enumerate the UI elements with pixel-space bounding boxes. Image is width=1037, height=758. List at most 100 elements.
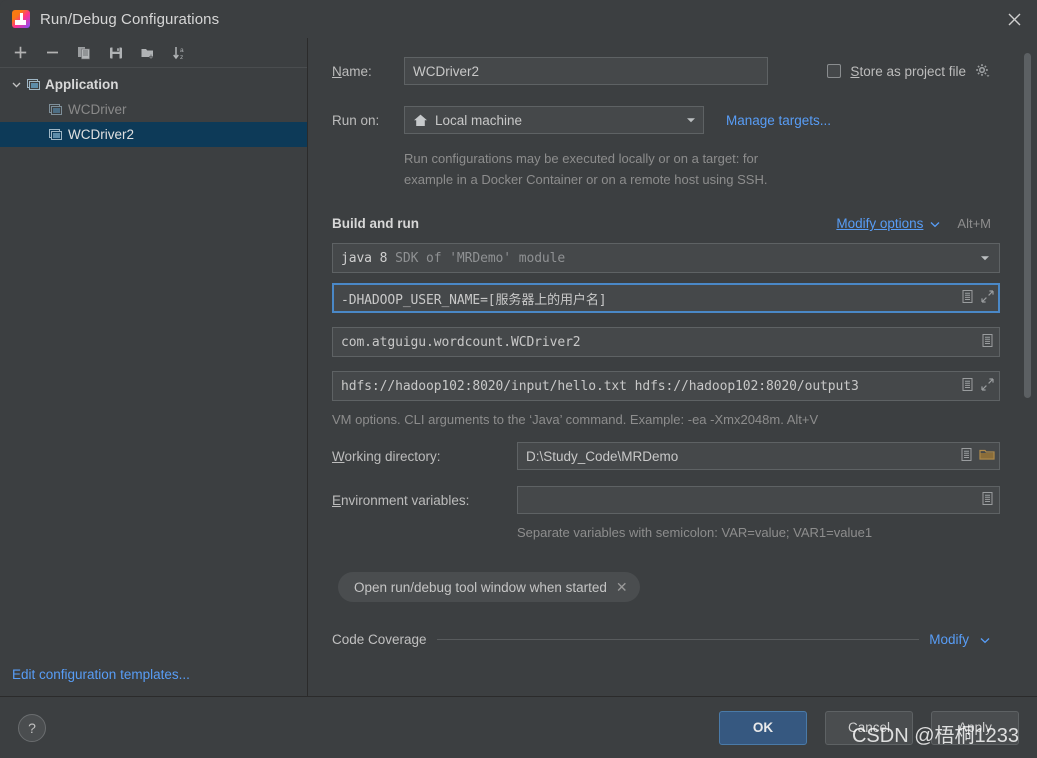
environment-variables-hint: Separate variables with semicolon: VAR=v… [517, 525, 873, 540]
sidebar-item-wcdriver[interactable]: WCDriver [0, 97, 307, 122]
jdk-value-dim: SDK of 'MRDemo' module [395, 250, 566, 266]
working-directory-label-rest: orking directory: [344, 448, 441, 464]
program-arguments-value: hdfs://hadoop102:8020/input/hello.txt hd… [341, 378, 859, 394]
working-directory-row: Working directory: D:\Study_Code\MRDemo [332, 441, 1013, 471]
environment-variables-mnemonic: E [332, 492, 342, 508]
save-configuration-button[interactable] [102, 40, 130, 66]
dialog-button-bar: ? OK Cancel Apply [0, 696, 1037, 758]
store-label-rest: tore as project file [859, 63, 966, 79]
application-icon [46, 127, 64, 142]
run-debug-configurations-dialog: Run/Debug Configurations a z Application… [0, 0, 1037, 758]
gear-icon[interactable] [975, 63, 991, 79]
sort-configurations-button[interactable]: a z [166, 40, 194, 66]
chevron-down-icon[interactable] [8, 79, 24, 90]
store-as-project-file-checkbox[interactable] [827, 64, 842, 78]
environment-variables-label-rest: nvironment variables: [341, 492, 470, 508]
configurations-tree: Application WCDriver WCDriver2 [0, 68, 307, 667]
expand-icon[interactable] [980, 377, 995, 395]
run-on-row: Run on: Local machine Manage targets... [332, 104, 1013, 136]
main-class-input[interactable]: com.atguigu.wordcount.WCDriver2 [332, 327, 1000, 357]
working-directory-input[interactable]: D:\Study_Code\MRDemo [517, 442, 1000, 470]
vm-options-hint: VM options. CLI arguments to the ‘Java’ … [332, 412, 819, 427]
close-icon[interactable]: ✕ [616, 579, 628, 596]
tree-group-label: Application [45, 77, 119, 92]
run-on-dropdown[interactable]: Local machine [404, 106, 704, 134]
expand-icon[interactable] [980, 289, 995, 307]
options-chip-area: Open run/debug tool window when started … [338, 572, 1013, 602]
run-on-hint: Run configurations may be executed local… [404, 148, 1013, 190]
section-divider [436, 639, 920, 640]
chevron-down-icon[interactable] [979, 252, 995, 264]
svg-text:a: a [180, 47, 184, 54]
modify-options-link[interactable]: Modify options [836, 216, 923, 231]
name-input-value: WCDriver2 [413, 63, 479, 79]
environment-variables-input[interactable] [517, 486, 1000, 514]
tree-group-application[interactable]: Application [0, 72, 307, 97]
sidebar-item-label: WCDriver [68, 102, 127, 117]
form-scrollbar[interactable] [1024, 53, 1031, 398]
move-into-folder-button[interactable] [134, 40, 162, 66]
help-button[interactable]: ? [18, 713, 46, 742]
document-list-icon[interactable] [959, 447, 974, 465]
home-icon [413, 113, 428, 128]
document-list-icon[interactable] [960, 377, 975, 395]
store-as-project-file-label: Store as project file [850, 64, 966, 79]
modify-options-shortcut: Alt+M [957, 216, 991, 231]
document-list-icon[interactable] [980, 333, 995, 351]
vm-options-input[interactable]: -DHADOOP_USER_NAME=[服务器上的用户名] [332, 283, 1000, 313]
application-icon [46, 102, 64, 117]
environment-variables-row: Environment variables: [332, 485, 1013, 515]
application-icon [24, 77, 42, 92]
code-coverage-title: Code Coverage [332, 632, 427, 647]
jdk-value-strong: java 8 [341, 250, 388, 266]
document-list-icon[interactable] [960, 289, 975, 307]
sidebar-item-wcdriver2[interactable]: WCDriver2 [0, 122, 307, 147]
title-bar: Run/Debug Configurations [0, 0, 1037, 38]
form-scroll-area: Name: WCDriver2 Store as project file Ru… [308, 38, 1037, 696]
name-label-rest: ame: [341, 63, 372, 79]
chevron-down-icon[interactable] [685, 114, 697, 126]
modify-options-chevron-icon[interactable] [929, 218, 941, 230]
code-coverage-section: Code Coverage Modify [332, 632, 1013, 647]
cancel-button[interactable]: Cancel [825, 710, 913, 745]
open-run-debug-tool-window-chip[interactable]: Open run/debug tool window when started … [338, 572, 640, 602]
document-list-icon[interactable] [980, 491, 995, 509]
vm-options-value: -DHADOOP_USER_NAME=[服务器上的用户名] [341, 292, 607, 308]
working-directory-label: Working directory: [332, 449, 517, 464]
configurations-sidebar: a z Application WCDriver WCDriver2 Edit … [0, 38, 308, 696]
working-directory-mnemonic: W [332, 448, 345, 464]
environment-variables-label: Environment variables: [332, 493, 517, 508]
sidebar-footer: Edit configuration templates... [0, 667, 307, 696]
window-title: Run/Debug Configurations [40, 10, 220, 28]
ok-button[interactable]: OK [719, 710, 807, 745]
intellij-idea-icon [12, 10, 30, 28]
dialog-body: a z Application WCDriver WCDriver2 Edit … [0, 38, 1037, 696]
chip-label: Open run/debug tool window when started [354, 579, 607, 595]
apply-button[interactable]: Apply [931, 710, 1019, 745]
run-on-label: Run on: [332, 112, 380, 128]
close-icon[interactable] [991, 0, 1037, 38]
run-on-value: Local machine [435, 112, 523, 128]
name-input[interactable]: WCDriver2 [404, 57, 768, 85]
edit-configuration-templates-link[interactable]: Edit configuration templates... [12, 667, 190, 682]
sidebar-toolbar: a z [0, 38, 307, 68]
copy-configuration-button[interactable] [70, 40, 98, 66]
code-coverage-modify-link[interactable]: Modify [929, 632, 969, 647]
build-and-run-header: Build and run Modify options Alt+M [332, 216, 1013, 231]
folder-icon[interactable] [979, 447, 995, 465]
add-configuration-button[interactable] [6, 40, 34, 66]
svg-text:z: z [180, 54, 183, 61]
name-label-mnemonic: N [332, 63, 342, 79]
remove-configuration-button[interactable] [38, 40, 66, 66]
name-row: Name: WCDriver2 Store as project file [332, 56, 1013, 86]
program-arguments-input[interactable]: hdfs://hadoop102:8020/input/hello.txt hd… [332, 371, 1000, 401]
run-on-hint-line-2: example in a Docker Container or on a re… [404, 172, 768, 187]
store-as-project-file-row[interactable]: Store as project file [827, 63, 991, 79]
sidebar-item-label: WCDriver2 [68, 127, 134, 142]
jdk-dropdown[interactable]: java 8 SDK of 'MRDemo' module [332, 243, 1000, 273]
configuration-form: Name: WCDriver2 Store as project file Ru… [308, 38, 1037, 696]
chevron-down-icon[interactable] [979, 634, 991, 646]
run-on-hint-line-1: Run configurations may be executed local… [404, 151, 759, 166]
manage-targets-link[interactable]: Manage targets... [726, 113, 831, 128]
name-label: Name: [332, 64, 404, 79]
